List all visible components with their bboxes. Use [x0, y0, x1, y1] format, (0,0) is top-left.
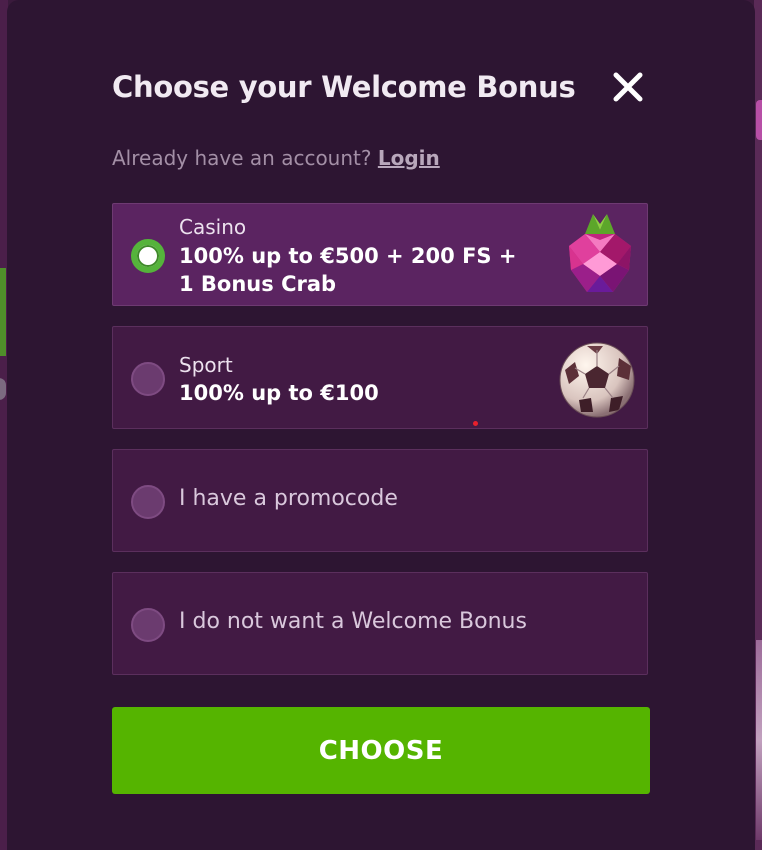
bonus-option-casino[interactable]: Casino 100% up to €500 + 200 FS + 1 Bonu…	[112, 203, 648, 306]
option-label-promocode: I have a promocode	[179, 486, 398, 511]
option-offer-casino-line1: 100% up to €500 + 200 FS +	[179, 244, 517, 268]
close-icon	[613, 72, 643, 102]
welcome-bonus-modal: Choose your Welcome Bonus Already have a…	[7, 0, 755, 850]
option-category-sport: Sport	[179, 353, 233, 377]
bonus-option-promocode[interactable]: I have a promocode	[112, 449, 648, 552]
background-left-accent	[0, 268, 6, 356]
bonus-option-none[interactable]: I do not want a Welcome Bonus	[112, 572, 648, 675]
radio-button-none[interactable]	[131, 608, 165, 642]
option-offer-casino-line2: 1 Bonus Crab	[179, 272, 337, 296]
background-right-accent	[756, 100, 762, 140]
bonus-option-sport[interactable]: Sport 100% up to €100	[112, 326, 648, 429]
modal-title: Choose your Welcome Bonus	[112, 70, 576, 104]
indicator-dot	[473, 421, 478, 426]
soccer-ball-icon	[557, 340, 637, 424]
close-button[interactable]	[611, 70, 645, 104]
option-offer-sport: 100% up to €100	[179, 381, 379, 405]
login-prompt: Already have an account? Login	[112, 146, 440, 170]
option-label-none: I do not want a Welcome Bonus	[179, 609, 527, 634]
radio-button-casino[interactable]	[131, 239, 165, 273]
login-prompt-text: Already have an account?	[112, 146, 372, 170]
option-category-casino: Casino	[179, 215, 247, 239]
radio-button-sport[interactable]	[131, 362, 165, 396]
radio-button-promocode[interactable]	[131, 485, 165, 519]
raspberry-gem-icon	[563, 212, 637, 302]
option-offer-casino: 100% up to €500 + 200 FS + 1 Bonus Crab	[179, 242, 519, 298]
choose-button[interactable]: CHOOSE	[112, 707, 650, 794]
login-link[interactable]: Login	[378, 146, 440, 170]
background-right-art	[756, 640, 762, 840]
